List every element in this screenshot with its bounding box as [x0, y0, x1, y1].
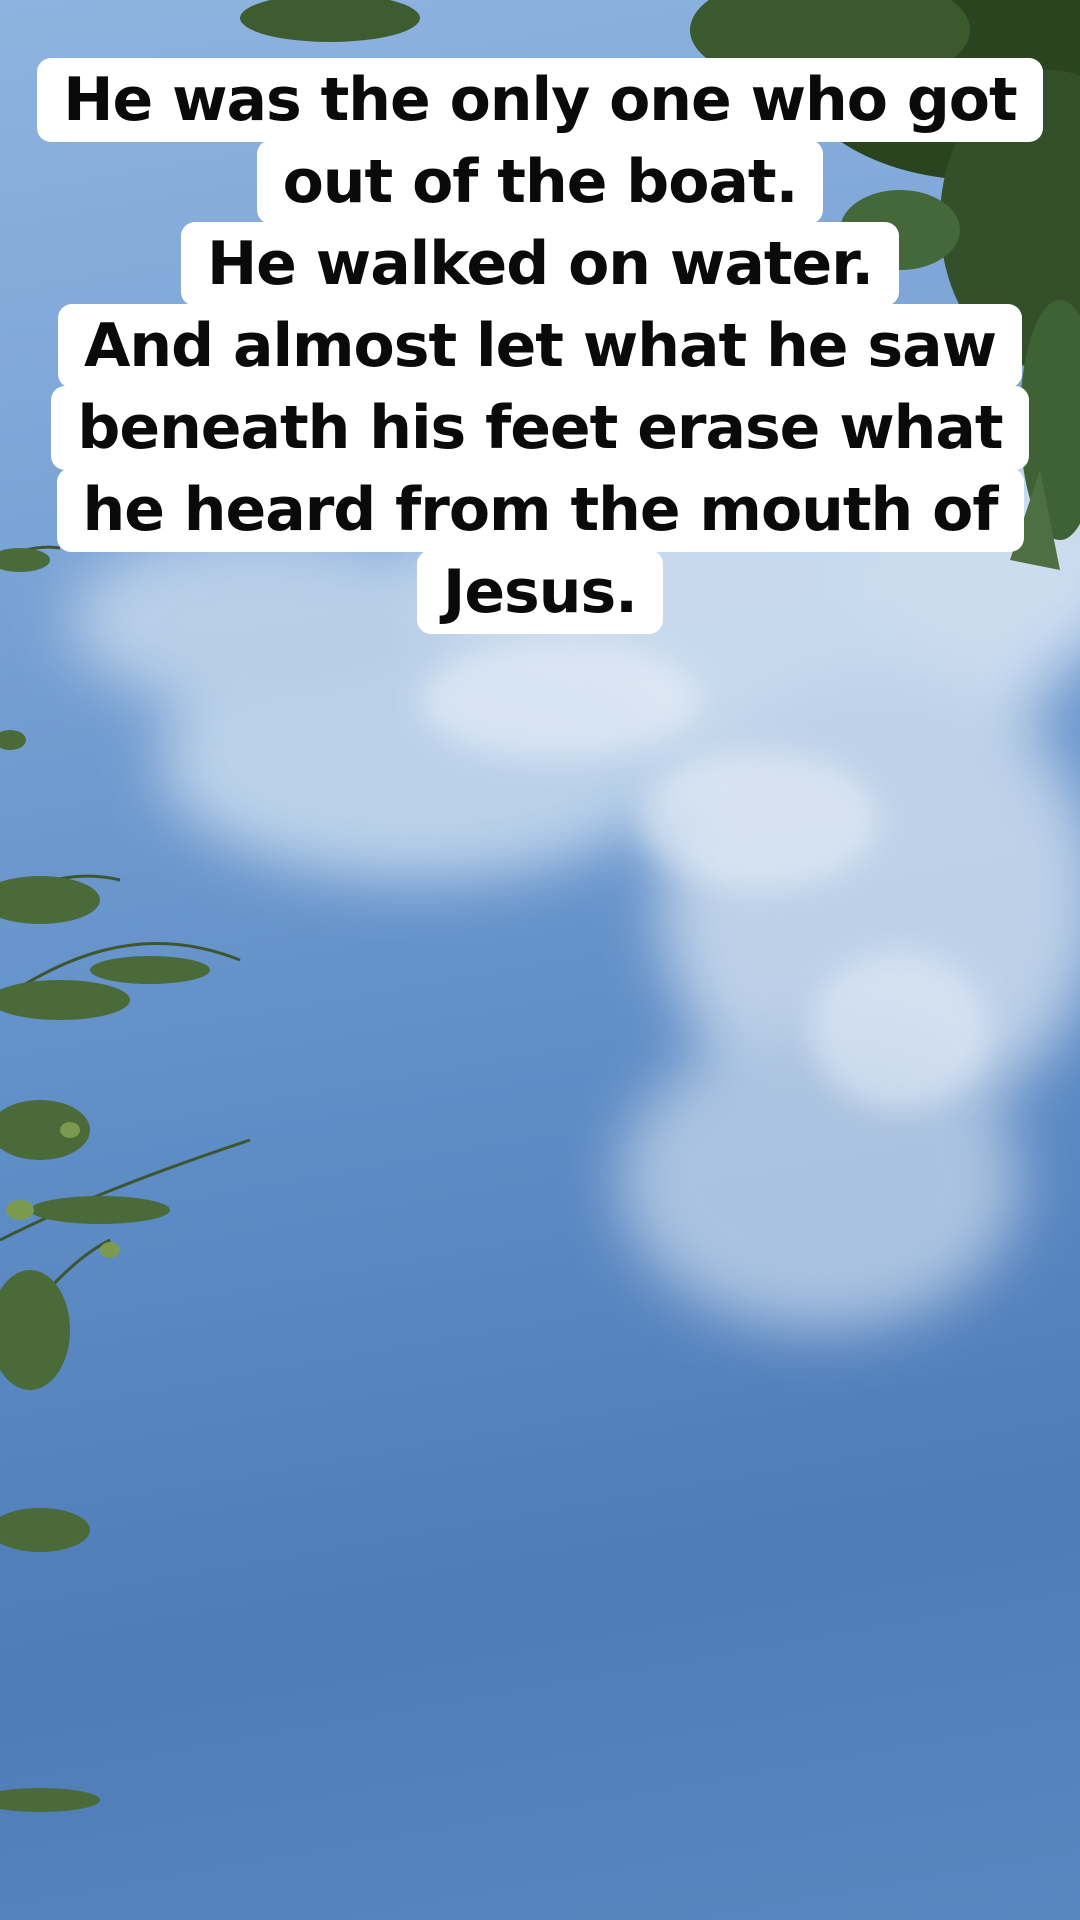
caption-line-1: He was the only one who got [0, 58, 1080, 142]
caption-line-6: he heard from the mouth of [0, 468, 1080, 552]
video-frame: He was the only one who got out of the b… [0, 0, 1080, 1920]
caption-line-3: He walked on water. [0, 222, 1080, 306]
caption-text-5: beneath his feet erase what [51, 386, 1029, 470]
caption-line-2: out of the boat. [0, 140, 1080, 224]
caption-text-7: Jesus. [417, 550, 663, 634]
caption-text-2: out of the boat. [256, 140, 824, 224]
caption-line-5: beneath his feet erase what [0, 386, 1080, 470]
caption-text-1: He was the only one who got [37, 58, 1043, 142]
caption-line-7: Jesus. [0, 550, 1080, 634]
caption-text-3: He walked on water. [180, 222, 900, 306]
caption-text-4: And almost let what he saw [57, 304, 1023, 388]
caption-line-4: And almost let what he saw [0, 304, 1080, 388]
caption-text-6: he heard from the mouth of [56, 468, 1024, 552]
caption-overlay: He was the only one who got out of the b… [0, 0, 1080, 1920]
